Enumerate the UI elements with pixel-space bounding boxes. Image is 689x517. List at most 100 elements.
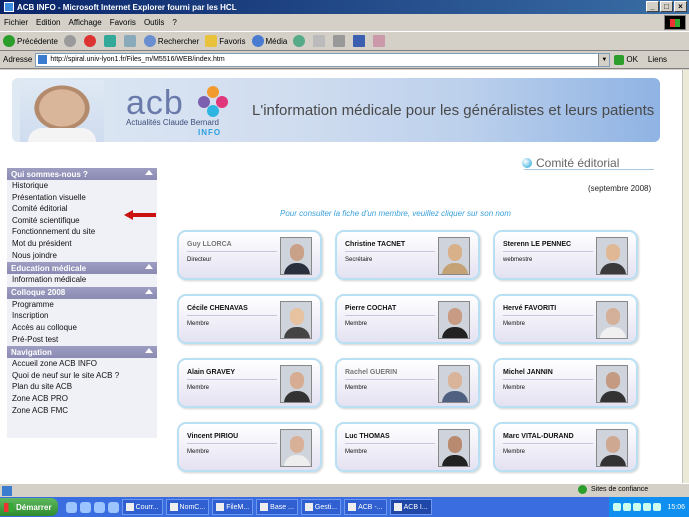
member-photo[interactable] bbox=[438, 301, 470, 339]
menu-edition[interactable]: Edition bbox=[36, 18, 60, 27]
sidebar-item-historique[interactable]: Historique bbox=[7, 180, 157, 192]
discuss-button[interactable] bbox=[373, 35, 387, 47]
task-button[interactable]: Gesti... bbox=[300, 499, 342, 515]
sidebar-item-zone-fmc[interactable]: Zone ACB FMC bbox=[7, 405, 157, 417]
collapse-icon[interactable] bbox=[145, 288, 153, 294]
menu-affichage[interactable]: Affichage bbox=[68, 18, 101, 27]
task-button-active[interactable]: ACB I... bbox=[389, 499, 432, 515]
member-card[interactable]: Cécile CHENAVAS Membre bbox=[177, 294, 322, 344]
sidebar-item-fonctionnement[interactable]: Fonctionnement du site bbox=[7, 226, 157, 238]
member-photo[interactable] bbox=[596, 301, 628, 339]
section-header-qui-sommes-nous[interactable]: Qui sommes-nous ? bbox=[7, 168, 157, 180]
media-button[interactable]: Média bbox=[251, 35, 287, 47]
sidebar-item-inscription[interactable]: Inscription bbox=[7, 310, 157, 322]
sidebar-item-programme[interactable]: Programme bbox=[7, 299, 157, 311]
edit-button[interactable] bbox=[353, 35, 367, 47]
tray-icon[interactable] bbox=[643, 503, 652, 511]
member-card[interactable]: Michel JANNIN Membre bbox=[493, 358, 638, 408]
member-card[interactable]: Guy LLORCA Directeur bbox=[177, 230, 322, 280]
go-button[interactable]: OK bbox=[614, 54, 638, 65]
menu-fichier[interactable]: Fichier bbox=[4, 18, 28, 27]
member-name-link[interactable]: Marc VITAL-DURAND bbox=[503, 433, 574, 440]
ie-launch-icon[interactable] bbox=[65, 501, 77, 513]
member-card[interactable]: Sterenn LE PENNEC webmestre bbox=[493, 230, 638, 280]
sidebar-item-quoi-de-neuf[interactable]: Quoi de neuf sur le site ACB ? bbox=[7, 370, 157, 382]
menu-help[interactable]: ? bbox=[172, 18, 176, 27]
tray-icon[interactable] bbox=[623, 503, 632, 511]
member-card[interactable]: Rachel GUERIN Membre bbox=[335, 358, 480, 408]
member-card[interactable]: Marc VITAL-DURAND Membre bbox=[493, 422, 638, 472]
maximize-button[interactable]: □ bbox=[660, 1, 673, 12]
member-card[interactable]: Luc THOMAS Membre bbox=[335, 422, 480, 472]
member-photo[interactable] bbox=[596, 365, 628, 403]
member-card[interactable]: Vincent PIRIOU Membre bbox=[177, 422, 322, 472]
sidebar-item-presentation[interactable]: Présentation visuelle bbox=[7, 192, 157, 204]
menu-favoris[interactable]: Favoris bbox=[110, 18, 136, 27]
section-header-navigation[interactable]: Navigation bbox=[7, 346, 157, 359]
member-name-link[interactable]: Sterenn LE PENNEC bbox=[503, 241, 571, 248]
member-photo[interactable] bbox=[596, 429, 628, 467]
member-card[interactable]: Hervé FAVORITI Membre bbox=[493, 294, 638, 344]
member-photo[interactable] bbox=[280, 429, 312, 467]
sidebar-item-information-medicale[interactable]: Information médicale bbox=[7, 274, 157, 286]
menu-outils[interactable]: Outils bbox=[144, 18, 164, 27]
refresh-button[interactable] bbox=[103, 35, 118, 47]
member-name-link[interactable]: Cécile CHENAVAS bbox=[187, 305, 248, 312]
member-photo[interactable] bbox=[438, 429, 470, 467]
member-name-link[interactable]: Michel JANNIN bbox=[503, 369, 553, 376]
member-name-link[interactable]: Luc THOMAS bbox=[345, 433, 390, 440]
desktop-launch-icon[interactable] bbox=[93, 501, 105, 513]
sidebar-item-pre-post-test[interactable]: Pré-Post test bbox=[7, 334, 157, 346]
task-button[interactable]: ACB -... bbox=[344, 499, 387, 515]
member-photo[interactable] bbox=[280, 301, 312, 339]
member-name-link[interactable]: Christine TACNET bbox=[345, 241, 405, 248]
print-button[interactable] bbox=[333, 35, 347, 47]
task-button[interactable]: Courr... bbox=[121, 499, 163, 515]
member-photo[interactable] bbox=[280, 237, 312, 275]
member-card[interactable]: Pierre COCHAT Membre bbox=[335, 294, 480, 344]
member-card[interactable]: Alain GRAVEY Membre bbox=[177, 358, 322, 408]
sidebar-item-acces-colloque[interactable]: Accès au colloque bbox=[7, 322, 157, 334]
close-button[interactable]: × bbox=[674, 1, 687, 12]
address-dropdown-icon[interactable]: ▼ bbox=[598, 53, 610, 66]
section-header-colloque[interactable]: Colloque 2008 bbox=[7, 286, 157, 299]
member-name-link[interactable]: Guy LLORCA bbox=[187, 241, 232, 248]
member-name-link[interactable]: Pierre COCHAT bbox=[345, 305, 396, 312]
member-name-link[interactable]: Alain GRAVEY bbox=[187, 369, 235, 376]
tray-icon[interactable] bbox=[633, 503, 642, 511]
member-photo[interactable] bbox=[596, 237, 628, 275]
member-name-link[interactable]: Rachel GUERIN bbox=[345, 369, 397, 376]
sidebar-item-mot-president[interactable]: Mot du président bbox=[7, 238, 157, 250]
minimize-button[interactable]: _ bbox=[646, 1, 659, 12]
section-header-education[interactable]: Education médicale bbox=[7, 262, 157, 275]
collapse-icon[interactable] bbox=[145, 170, 153, 175]
member-name-link[interactable]: Hervé FAVORITI bbox=[503, 305, 556, 312]
acb-logo[interactable]: acb Actualités Claude Bernard INFO bbox=[124, 82, 244, 137]
member-card[interactable]: Christine TACNET Secrétaire bbox=[335, 230, 480, 280]
outlook-launch-icon[interactable] bbox=[79, 501, 91, 513]
collapse-icon[interactable] bbox=[145, 348, 153, 354]
back-button[interactable]: Précédente bbox=[3, 35, 58, 47]
member-photo[interactable] bbox=[438, 365, 470, 403]
search-button[interactable]: Rechercher bbox=[143, 35, 199, 47]
member-name-link[interactable]: Vincent PIRIOU bbox=[187, 433, 238, 440]
links-button[interactable]: Liens bbox=[648, 55, 667, 64]
sidebar-item-accueil[interactable]: Accueil zone ACB INFO bbox=[7, 358, 157, 370]
start-button[interactable]: Démarrer bbox=[0, 498, 58, 516]
collapse-icon[interactable] bbox=[145, 264, 153, 270]
task-button[interactable]: FileM... bbox=[212, 499, 254, 515]
task-button[interactable]: NomC... bbox=[165, 499, 210, 515]
sidebar-item-plan-site[interactable]: Plan du site ACB bbox=[7, 381, 157, 393]
member-photo[interactable] bbox=[438, 237, 470, 275]
tray-icon[interactable] bbox=[653, 503, 662, 511]
tray-icon[interactable] bbox=[613, 503, 622, 511]
sidebar-item-nous-joindre[interactable]: Nous joindre bbox=[7, 250, 157, 262]
home-button[interactable] bbox=[123, 35, 138, 47]
stop-button[interactable] bbox=[83, 35, 98, 47]
media-launch-icon[interactable] bbox=[107, 501, 119, 513]
forward-button[interactable] bbox=[63, 35, 78, 47]
history-button[interactable] bbox=[293, 35, 307, 47]
vertical-scrollbar[interactable] bbox=[682, 70, 689, 483]
sidebar-item-zone-pro[interactable]: Zone ACB PRO bbox=[7, 393, 157, 405]
address-input[interactable]: http://spiral.univ-lyon1.fr/Files_m/M551… bbox=[35, 52, 611, 67]
